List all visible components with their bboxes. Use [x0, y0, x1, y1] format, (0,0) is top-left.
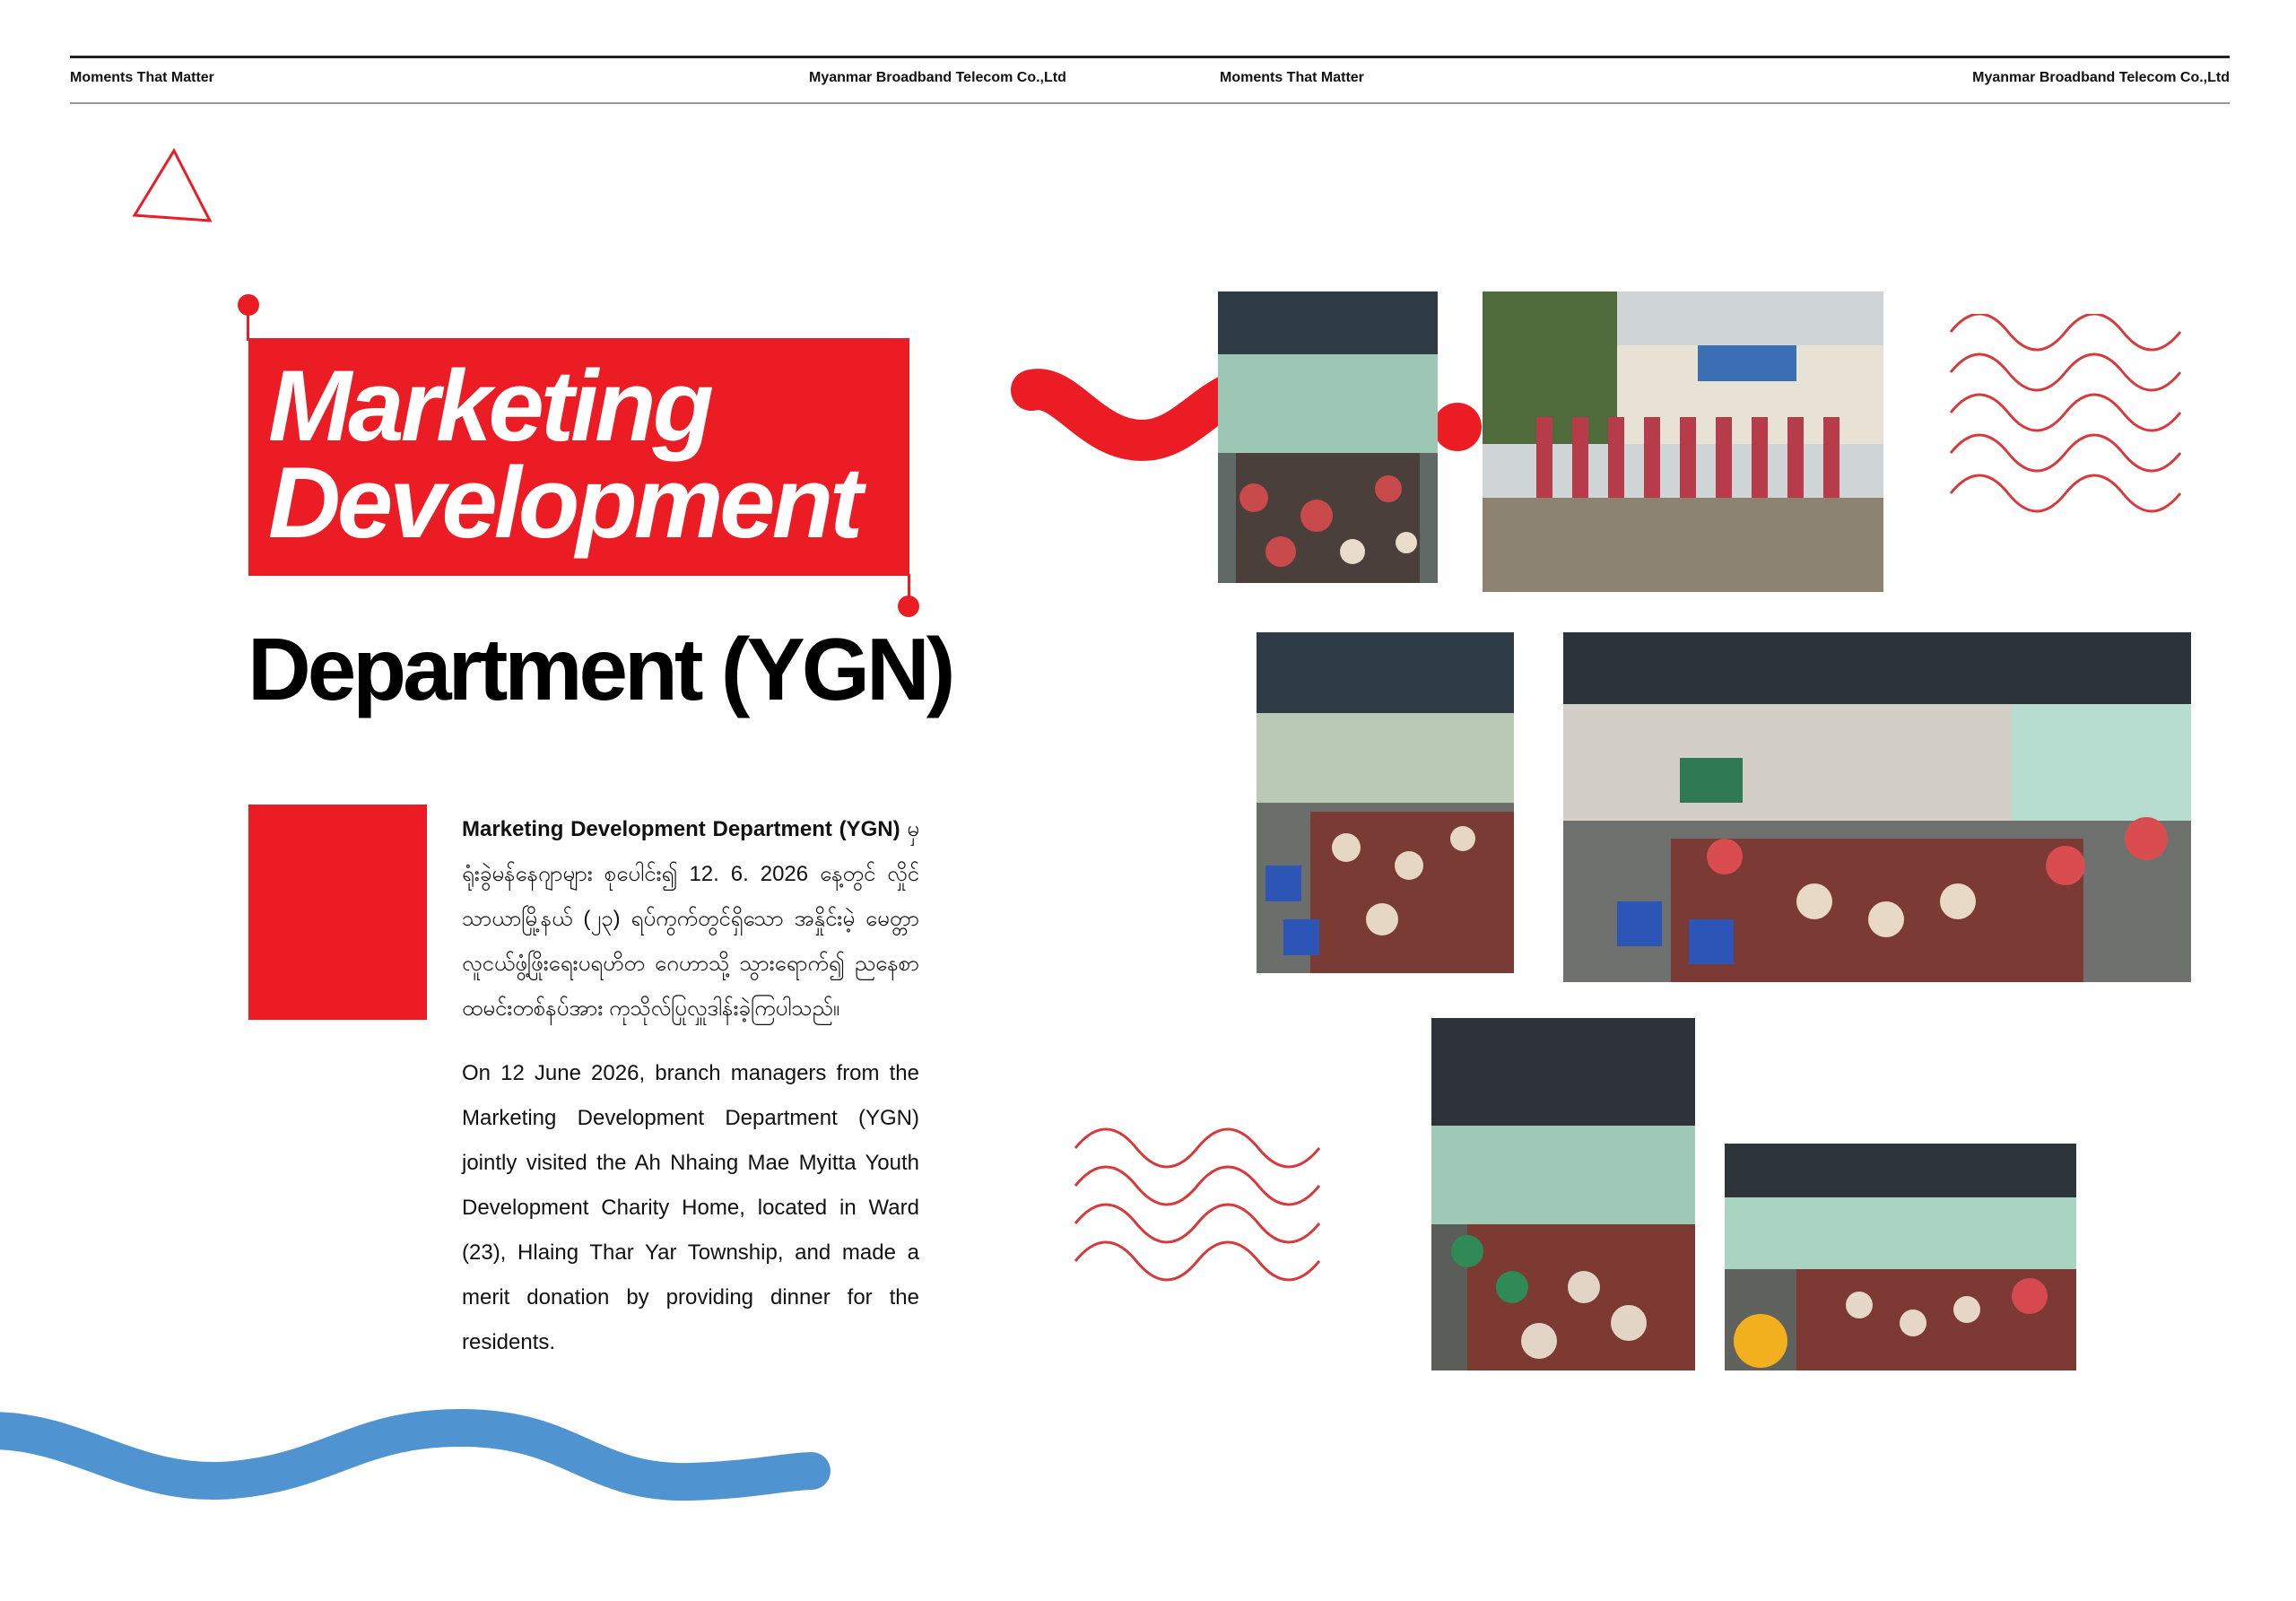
photo-dining-tables-left: [1257, 632, 1514, 973]
red-waves-bottom: [1074, 1127, 1320, 1282]
photo-dining-bottom: [1725, 1144, 2076, 1370]
body-text: Marketing Development Department (YGN) မ…: [462, 807, 919, 1365]
title-line-top: [247, 314, 249, 341]
triangle-outline-icon: [132, 147, 213, 222]
title-dot-top: [238, 294, 259, 316]
myanmar-text: မှ ရုံးခွဲမန်နေဂျာများ စုပေါင်း၍ 12. 6. …: [462, 817, 919, 1021]
title-banner: Marketing Development: [248, 338, 909, 576]
red-waves-top-right: [1949, 314, 2182, 513]
header-left-company: Myanmar Broadband Telecom Co.,Ltd: [809, 70, 1066, 85]
photo-group-outdoor: [1483, 291, 1883, 592]
photo-dining-tall: [1431, 1018, 1695, 1370]
myanmar-paragraph: Marketing Development Department (YGN) မ…: [462, 807, 919, 1031]
header-top-rule: [70, 56, 2230, 58]
header-right-company: Myanmar Broadband Telecom Co.,Ltd: [1972, 70, 2230, 85]
photo-dining-hall-small: [1218, 291, 1438, 583]
title-line-marketing: Marketing: [268, 350, 714, 462]
title-line-development: Development: [268, 447, 863, 559]
header-left-title: Moments That Matter: [70, 70, 214, 85]
title-department: Department (YGN): [248, 620, 955, 718]
header-right-title: Moments That Matter: [1220, 70, 1364, 85]
photo-dining-hall-wide: [1563, 632, 2191, 982]
english-paragraph: On 12 June 2026, branch managers from th…: [462, 1061, 919, 1354]
blue-wave-decoration: [0, 1408, 831, 1501]
title-dot-bottom: [898, 596, 919, 617]
red-square-accent: [248, 805, 427, 1020]
myanmar-lead: Marketing Development Department (YGN): [462, 817, 900, 841]
header-bottom-rule: [70, 102, 2230, 104]
